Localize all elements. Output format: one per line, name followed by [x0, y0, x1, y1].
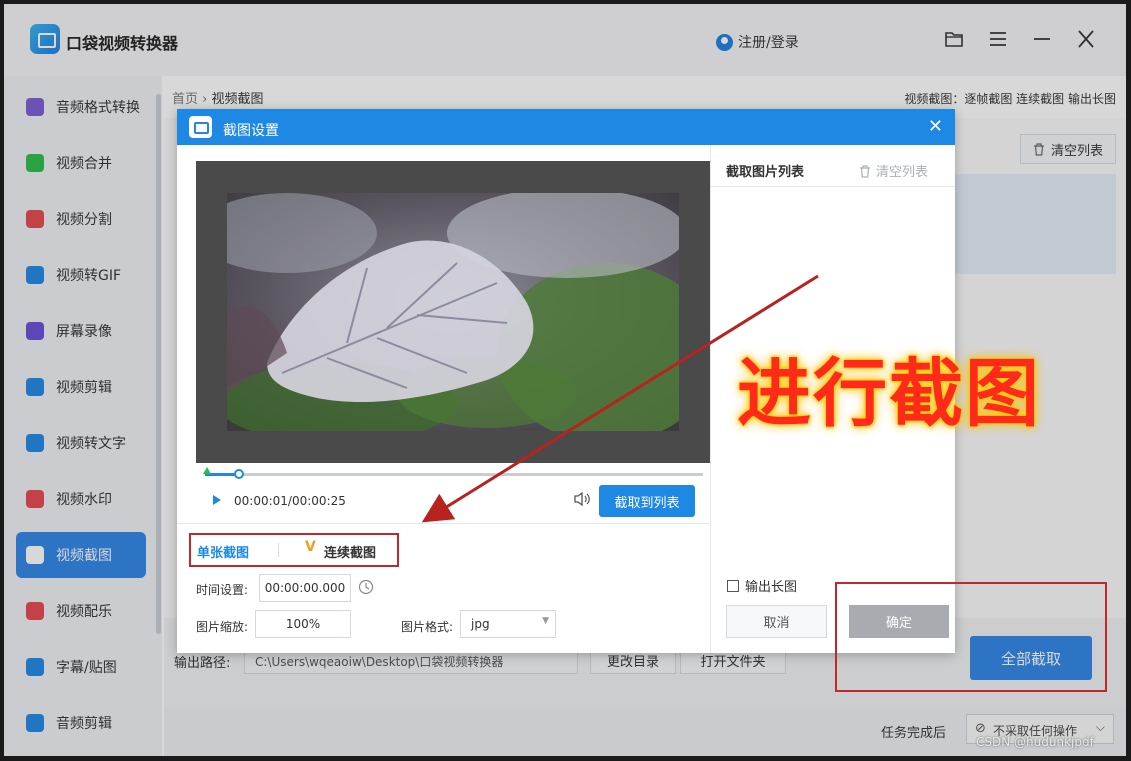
login-label: 注册/登录	[738, 35, 799, 51]
watermark: CSDN @hudunkjpdf	[976, 735, 1094, 749]
format-select[interactable]: jpg ▼	[460, 610, 556, 638]
sidebar-item-icon	[26, 658, 44, 676]
sidebar-item-label: 视频配乐	[56, 604, 112, 620]
sidebar-item-2[interactable]: 视频合并	[16, 140, 146, 186]
sidebar-item-1[interactable]: 音频格式转换	[16, 84, 146, 130]
capture-list-clear-button[interactable]: 清空列表	[859, 161, 928, 180]
folder-icon[interactable]	[944, 30, 964, 50]
app-title: 口袋视频转换器	[66, 34, 179, 53]
dialog-title: 截图设置	[223, 123, 279, 139]
sidebar-item-icon	[26, 714, 44, 732]
sidebar-item-icon	[26, 98, 44, 116]
sidebar-item-icon	[26, 378, 44, 396]
sidebar-item-8[interactable]: 视频水印	[16, 476, 146, 522]
sidebar-item-5[interactable]: 屏幕录像	[16, 308, 146, 354]
dialog-header: 截图设置 ✕	[177, 109, 955, 145]
sidebar-scrollbar[interactable]	[156, 94, 161, 634]
breadcrumb-separator: ›	[202, 92, 208, 107]
play-icon[interactable]	[213, 495, 221, 505]
dialog-logo-icon	[189, 116, 212, 138]
sidebar-item-label: 视频转GIF	[56, 268, 122, 284]
clear-list-label: 清空列表	[1050, 143, 1103, 159]
format-label: 图片格式:	[401, 620, 454, 634]
dialog-divider-vertical	[710, 145, 711, 653]
feature-hint: 视频截图：逐帧截图 连续截图 输出长图	[904, 92, 1116, 106]
sidebar-item-label: 视频合并	[56, 156, 112, 172]
list-divider	[711, 186, 955, 187]
title-bar: 口袋视频转换器 注册/登录	[4, 4, 1126, 76]
time-display: 00:00:01/00:00:25	[234, 494, 346, 508]
crown-icon: V	[305, 539, 316, 555]
trash-icon	[860, 165, 870, 178]
timeline-start-marker[interactable]	[203, 467, 211, 474]
output-path-label: 输出路径:	[174, 656, 231, 671]
file-list-item[interactable]	[944, 174, 1116, 274]
scale-input[interactable]: 100%	[255, 610, 351, 638]
sidebar-item-3[interactable]: 视频分割	[16, 196, 146, 242]
breadcrumb-current: 视频截图	[211, 92, 264, 107]
sidebar-item-label: 音频剪辑	[56, 716, 112, 732]
app-logo-icon	[30, 24, 60, 54]
sidebar-item-6[interactable]: 视频剪辑	[16, 364, 146, 410]
dialog-close-icon[interactable]: ✕	[928, 116, 943, 137]
sidebar-item-7[interactable]: 视频转文字	[16, 420, 146, 466]
annotation-label: 进行截图	[737, 351, 1041, 437]
time-setting-label: 时间设置:	[196, 583, 249, 597]
sidebar-item-12[interactable]: 音频剪辑	[16, 700, 146, 746]
sidebar-item-9[interactable]: 视频截图	[16, 532, 146, 578]
minimize-icon[interactable]	[1032, 30, 1052, 50]
time-setting-input[interactable]: 00:00:00.000	[259, 574, 351, 602]
task-complete-label: 任务完成后	[881, 726, 947, 741]
divider	[177, 523, 710, 524]
menu-icon[interactable]	[988, 30, 1008, 50]
video-timeline[interactable]	[203, 467, 703, 479]
checkbox-box[interactable]	[727, 579, 739, 592]
scale-label: 图片缩放:	[196, 620, 249, 634]
sidebar-item-label: 字幕/贴图	[56, 660, 117, 676]
video-preview	[196, 161, 710, 463]
sidebar-item-label: 音频格式转换	[56, 100, 140, 116]
trash-icon	[1033, 142, 1044, 156]
sidebar-item-icon	[26, 266, 44, 284]
mode-continuous-tab[interactable]: 连续截图	[324, 542, 376, 561]
capture-to-list-button[interactable]: 截取到列表	[599, 485, 695, 517]
format-value: jpg	[471, 617, 490, 631]
mode-separator	[278, 543, 279, 557]
sidebar-item-11[interactable]: 字幕/贴图	[16, 644, 146, 690]
user-avatar-icon	[716, 33, 733, 51]
long-image-label: 输出长图	[745, 580, 798, 595]
sidebar-item-label: 视频截图	[56, 548, 112, 564]
sidebar-item-icon	[26, 322, 44, 340]
clear-list-button[interactable]: 清空列表	[1020, 134, 1116, 164]
sidebar-item-label: 屏幕录像	[56, 324, 112, 340]
annotation-highlight-box	[835, 582, 1107, 692]
video-frame-image	[227, 193, 679, 431]
sidebar-item-label: 视频水印	[56, 492, 112, 508]
sidebar-item-4[interactable]: 视频转GIF	[16, 252, 146, 298]
sidebar-item-icon	[26, 154, 44, 172]
login-button[interactable]: 注册/登录	[716, 32, 799, 52]
breadcrumb-home[interactable]: 首页	[172, 92, 198, 107]
capture-list-title: 截取图片列表	[726, 165, 805, 180]
long-image-checkbox[interactable]: 输出长图	[727, 576, 797, 595]
volume-icon[interactable]	[573, 491, 591, 511]
sidebar-item-icon	[26, 490, 44, 508]
dropdown-arrow-icon: ▼	[542, 616, 549, 626]
close-icon[interactable]	[1076, 30, 1096, 50]
cancel-button[interactable]: 取消	[726, 605, 827, 638]
timeline-handle[interactable]	[234, 469, 244, 479]
capture-list-clear-label: 清空列表	[876, 165, 929, 180]
sidebar-item-icon	[26, 546, 44, 564]
sidebar-item-label: 视频转文字	[56, 436, 126, 452]
breadcrumb: 首页 › 视频截图	[172, 88, 264, 107]
sidebar-item-10[interactable]: 视频配乐	[16, 588, 146, 634]
sidebar-item-icon	[26, 434, 44, 452]
sidebar-item-icon	[26, 602, 44, 620]
sidebar-item-icon	[26, 210, 44, 228]
mode-single-tab[interactable]: 单张截图	[197, 542, 249, 561]
clock-icon[interactable]	[358, 579, 374, 599]
sidebar-item-label: 视频剪辑	[56, 380, 112, 396]
sidebar-item-label: 视频分割	[56, 212, 112, 228]
